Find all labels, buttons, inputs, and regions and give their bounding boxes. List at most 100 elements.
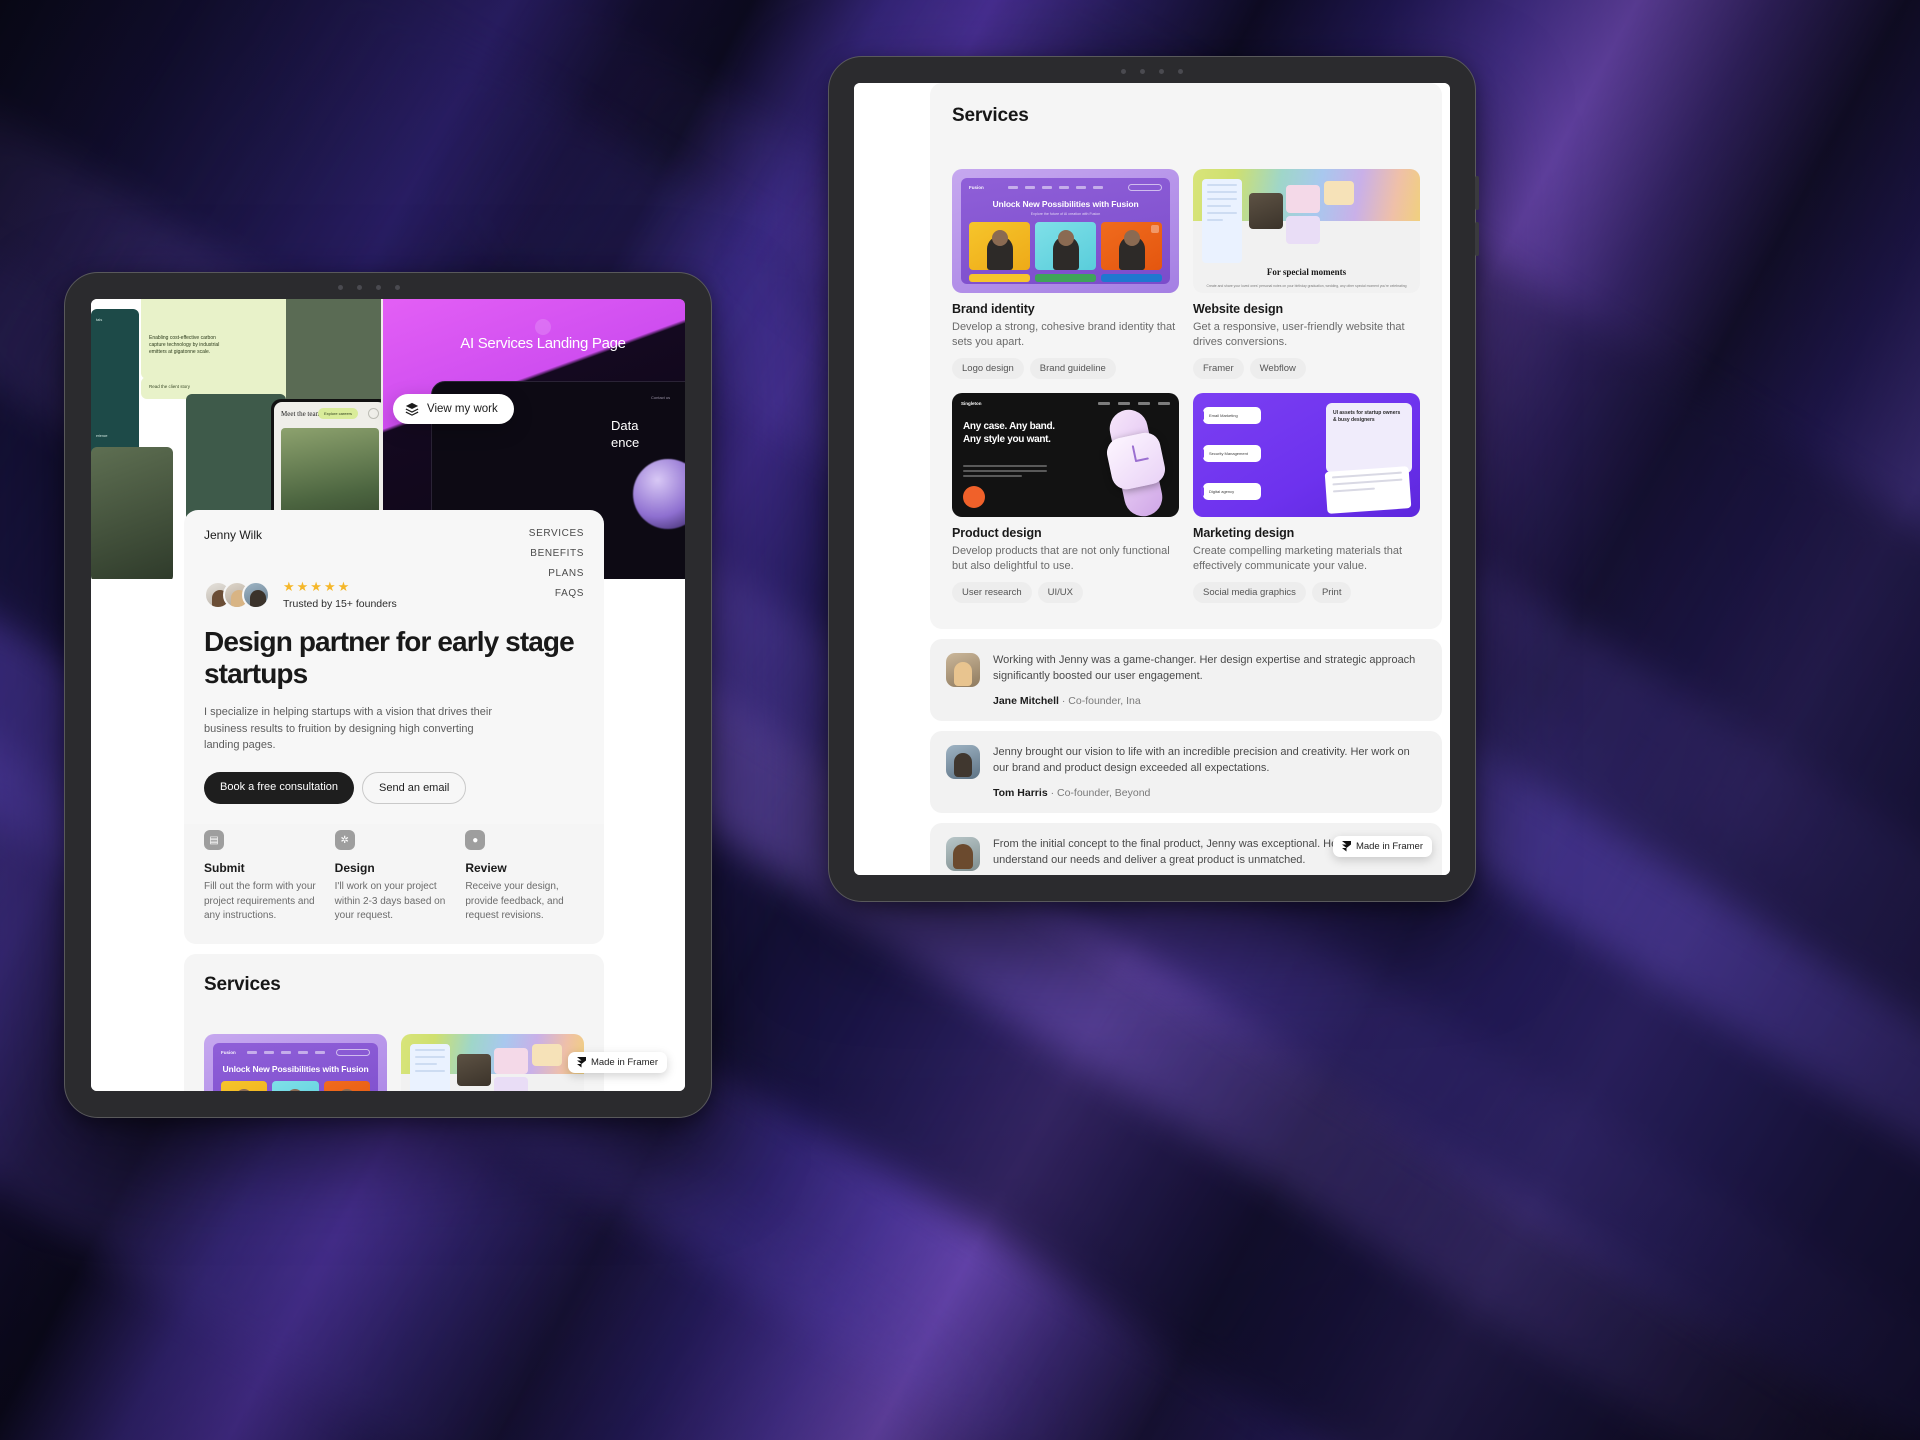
chat-icon: ● xyxy=(465,830,486,850)
star-rating: ★★★★★ xyxy=(283,579,352,594)
service-tag[interactable]: Webflow xyxy=(1249,358,1306,379)
service-tag[interactable]: Print xyxy=(1311,582,1352,603)
gallery-tile[interactable] xyxy=(91,447,173,579)
palette-icon: ✲ xyxy=(334,830,355,850)
service-title: Website design xyxy=(1193,302,1284,316)
main-nav: SERVICES BENEFITS PLANS FAQS xyxy=(529,528,584,608)
services-heading: Services xyxy=(952,105,1029,126)
testimonial-role: Co-founder, Ina xyxy=(1068,695,1141,707)
made-in-framer-label: Made in Framer xyxy=(590,1057,658,1068)
fusion-logo: Fusion xyxy=(969,185,984,190)
form-icon: ▤ xyxy=(204,830,224,850)
singleton-logo: Singleton xyxy=(961,401,982,406)
hero-lead: I specialize in helping startups with a … xyxy=(204,706,492,751)
service-card-product-design[interactable]: Singleton Any case. Any band. Any style … xyxy=(952,393,1179,603)
service-card-brand-identity[interactable]: Fusion Unlock New Possibilities with Fus… xyxy=(952,169,1179,379)
made-in-framer-label: Made in Framer xyxy=(1355,841,1423,852)
testimonial-sep: · xyxy=(1050,787,1055,799)
service-thumb-moments: For special moments Create and share you… xyxy=(1193,169,1420,293)
services-heading: Services xyxy=(204,974,281,995)
made-in-framer-badge[interactable]: Made in Framer xyxy=(1332,836,1432,857)
watch-headline: Any case. Any band. Any style you want. xyxy=(963,421,1055,445)
tablet-device-right: Services Fusion Unlock New Possibilities… xyxy=(828,56,1479,902)
testimonial-role: Co-founder, Beyond xyxy=(1057,787,1151,799)
volume-down-button[interactable] xyxy=(1475,222,1479,256)
ai-services-title: AI Services Landing Page xyxy=(460,335,626,352)
service-card-marketing-design[interactable]: Email Marketing Security Management Digi… xyxy=(1193,393,1420,603)
view-my-work-button[interactable]: View my work xyxy=(393,394,514,424)
avatar xyxy=(946,745,980,779)
fusion-headline: Unlock New Possibilities with Fusion xyxy=(992,199,1139,209)
service-thumb-marketing: Email Marketing Security Management Digi… xyxy=(1193,393,1420,517)
services-grid: Fusion Unlock New Possibilities with Fus… xyxy=(204,1034,584,1091)
service-tag[interactable]: Brand guideline xyxy=(1029,358,1116,379)
tablet-device-left: tals erience Enabling cost-effective car… xyxy=(64,272,712,1118)
service-desc: Create compelling marketing materials th… xyxy=(1193,545,1403,572)
trusted-label: Trusted by 15+ founders xyxy=(283,598,397,610)
testimonial-author: Tom Harris · Co-founder, Beyond xyxy=(993,787,1426,799)
service-tag[interactable]: UI/UX xyxy=(1037,582,1084,603)
fusion-headline: Unlock New Possibilities with Fusion xyxy=(222,1064,369,1074)
testimonial-author: Jane Mitchell · Co-founder, Ina xyxy=(993,695,1426,707)
services-section: Services Fusion Unlock New Possibilities… xyxy=(184,954,604,1091)
nav-item-services[interactable]: SERVICES xyxy=(529,528,584,539)
hero-actions: Book a free consultation Send an email xyxy=(204,771,584,804)
how-it-works-steps: ▤ Submit Fill out the form with your pro… xyxy=(204,830,584,924)
tablet-left-screen: tals erience Enabling cost-effective car… xyxy=(91,299,685,1091)
service-thumb-fusion: Fusion Unlock New Possibilities with Fus… xyxy=(952,169,1179,293)
fusion-cta-pill xyxy=(1128,184,1162,191)
step-title: Design xyxy=(334,861,375,875)
step-design: ✲ Design I'll work on your project withi… xyxy=(334,830,454,924)
testimonial-quote: Jenny brought our vision to life with an… xyxy=(993,746,1410,774)
volume-up-button[interactable] xyxy=(1475,176,1479,210)
service-title: Product design xyxy=(952,526,1042,540)
mkt-panel-title: UI assets for startup owners & busy desi… xyxy=(1333,410,1401,423)
service-card-brand-identity[interactable]: Fusion Unlock New Possibilities with Fus… xyxy=(204,1034,387,1091)
send-email-button[interactable]: Send an email xyxy=(362,771,467,804)
service-thumb-fusion: Fusion Unlock New Possibilities with Fus… xyxy=(204,1034,387,1091)
service-tag[interactable]: Social media graphics xyxy=(1193,582,1306,603)
framer-icon xyxy=(576,1057,586,1068)
step-submit: ▤ Submit Fill out the form with your pro… xyxy=(204,830,323,924)
step-title: Review xyxy=(465,861,507,875)
moments-subcaption: Create and share your loved ones' person… xyxy=(1206,284,1407,288)
service-tags: Framer Webflow xyxy=(1193,358,1420,379)
service-thumb-watch: Singleton Any case. Any band. Any style … xyxy=(952,393,1179,517)
layers-icon xyxy=(405,402,419,416)
tablet-camera-dots xyxy=(338,285,438,290)
service-tag[interactable]: Logo design xyxy=(952,358,1024,379)
service-title: Brand identity xyxy=(952,302,1035,316)
services-page: Services Fusion Unlock New Possibilities… xyxy=(854,83,1450,875)
mkt-chip: Security Management xyxy=(1209,451,1248,456)
tablet-camera-dots xyxy=(1102,69,1202,74)
nav-item-plans[interactable]: PLANS xyxy=(529,568,584,579)
hero-section: Jenny Wilk SERVICES BENEFITS PLANS FAQS xyxy=(184,510,604,824)
watch-cta-dot xyxy=(963,486,985,508)
services-section: Services Fusion Unlock New Possibilities… xyxy=(930,83,1442,629)
testimonial-sep: · xyxy=(1061,695,1066,707)
step-desc: Receive your design, provide feedback, a… xyxy=(465,881,564,921)
service-tag[interactable]: User research xyxy=(952,582,1032,603)
made-in-framer-badge[interactable]: Made in Framer xyxy=(567,1052,667,1073)
nav-item-benefits[interactable]: BENEFITS xyxy=(529,548,584,559)
mkt-chip: Digital agency xyxy=(1209,489,1235,494)
view-my-work-label: View my work xyxy=(427,403,498,415)
fusion-subline: Explore the future of AI creation with F… xyxy=(1030,212,1101,216)
book-consultation-button[interactable]: Book a free consultation xyxy=(204,771,355,804)
service-card-website-design[interactable] xyxy=(401,1034,584,1091)
step-title: Submit xyxy=(204,861,245,875)
hero-title: Design partner for early stage startups xyxy=(204,626,575,689)
service-desc: Develop products that are not only funct… xyxy=(952,545,1170,572)
testimonial-quote: Working with Jenny was a game-changer. H… xyxy=(993,654,1416,682)
avatar xyxy=(946,837,980,871)
service-title: Marketing design xyxy=(1193,526,1295,540)
nav-item-faqs[interactable]: FAQS xyxy=(529,588,584,599)
landing-page: tals erience Enabling cost-effective car… xyxy=(91,299,685,1091)
social-proof: ★★★★★ Trusted by 15+ founders xyxy=(204,580,584,610)
testimonial-name: Tom Harris xyxy=(993,787,1048,799)
services-grid: Fusion Unlock New Possibilities with Fus… xyxy=(952,169,1420,603)
service-card-website-design[interactable]: For special moments Create and share you… xyxy=(1193,169,1420,379)
testimonial-item: Jenny brought our vision to life with an… xyxy=(930,731,1442,813)
service-tag[interactable]: Framer xyxy=(1193,358,1244,379)
avatar xyxy=(946,653,980,687)
